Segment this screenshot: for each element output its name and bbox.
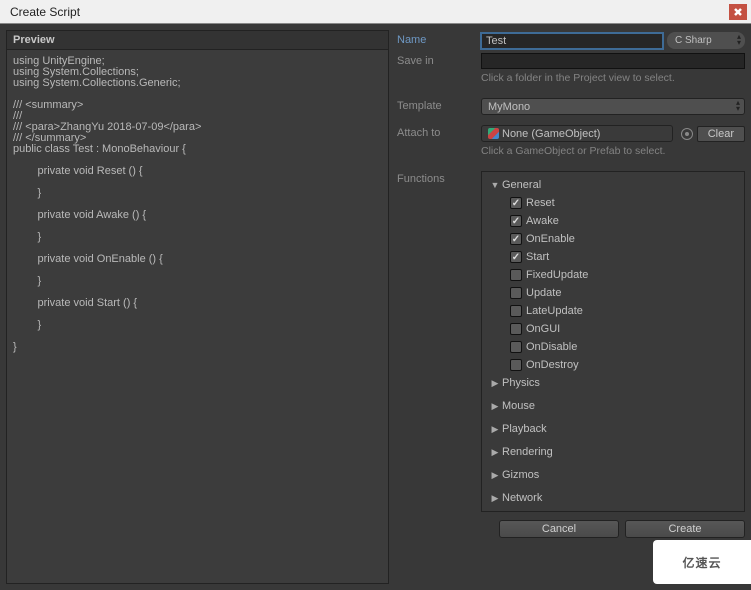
function-label: Update	[526, 287, 561, 299]
template-value: MyMono	[488, 101, 530, 113]
gameobject-icon	[488, 128, 499, 139]
functions-label: Functions	[395, 169, 481, 512]
language-select[interactable]: C Sharp	[667, 32, 745, 49]
preview-panel: Preview using UnityEngine; using System.…	[6, 30, 389, 584]
template-select[interactable]: MyMono	[481, 98, 745, 115]
dropdown-icon	[737, 34, 741, 46]
foldout-closed-icon: ▶	[490, 424, 500, 435]
function-group-label: Playback	[502, 423, 547, 435]
function-group-physics[interactable]: ▶Physics	[490, 374, 742, 392]
watermark-text: 亿速云	[682, 554, 721, 571]
function-checkbox-start[interactable]: Start	[504, 248, 742, 266]
dropdown-icon	[736, 100, 740, 112]
function-group-label: General	[502, 179, 541, 191]
foldout-closed-icon: ▶	[490, 470, 500, 481]
checkbox-icon	[510, 323, 522, 335]
preview-header: Preview	[7, 31, 388, 50]
function-checkbox-fixedupdate[interactable]: FixedUpdate	[504, 266, 742, 284]
attach-label: Attach to	[395, 123, 481, 144]
function-group-network[interactable]: ▶Network	[490, 489, 742, 507]
savein-label: Save in	[395, 51, 481, 71]
checkbox-icon	[510, 359, 522, 371]
function-group-mouse[interactable]: ▶Mouse	[490, 397, 742, 415]
savein-hint: Click a folder in the Project view to se…	[481, 71, 745, 90]
attach-object-field[interactable]: None (GameObject)	[481, 125, 673, 142]
clear-button[interactable]: Clear	[697, 126, 745, 142]
savein-input[interactable]	[481, 53, 745, 69]
function-group-general[interactable]: ▼General	[490, 176, 742, 194]
function-label: LateUpdate	[526, 305, 583, 317]
function-group-gizmos[interactable]: ▶Gizmos	[490, 466, 742, 484]
window-title: Create Script	[10, 5, 80, 19]
template-label: Template	[395, 96, 481, 117]
watermark: 亿速云	[653, 540, 751, 584]
function-checkbox-lateupdate[interactable]: LateUpdate	[504, 302, 742, 320]
function-checkbox-update[interactable]: Update	[504, 284, 742, 302]
checkbox-icon	[510, 269, 522, 281]
function-group-label: Network	[502, 492, 542, 504]
function-checkbox-ongui[interactable]: OnGUI	[504, 320, 742, 338]
attach-value: None (GameObject)	[502, 128, 600, 140]
function-checkbox-ondisable[interactable]: OnDisable	[504, 338, 742, 356]
attach-hint: Click a GameObject or Prefab to select.	[481, 144, 745, 163]
function-label: Reset	[526, 197, 555, 209]
code-preview: using UnityEngine; using System.Collecti…	[7, 50, 388, 583]
object-picker-icon[interactable]	[681, 128, 693, 140]
checkbox-icon	[510, 251, 522, 263]
function-group-playback[interactable]: ▶Playback	[490, 420, 742, 438]
function-checkbox-reset[interactable]: Reset	[504, 194, 742, 212]
checkbox-icon	[510, 197, 522, 209]
checkbox-icon	[510, 233, 522, 245]
foldout-closed-icon: ▶	[490, 493, 500, 504]
function-label: Awake	[526, 215, 559, 227]
function-label: OnDisable	[526, 341, 577, 353]
function-label: FixedUpdate	[526, 269, 588, 281]
functions-panel: ▼General Reset Awake OnEnable Start FixedUpda…	[481, 171, 745, 512]
function-label: Start	[526, 251, 549, 263]
function-label: OnEnable	[526, 233, 575, 245]
function-checkbox-awake[interactable]: Awake	[504, 212, 742, 230]
cancel-button[interactable]: Cancel	[499, 520, 619, 538]
name-label: Name	[395, 30, 481, 51]
foldout-closed-icon: ▶	[490, 401, 500, 412]
function-group-rendering[interactable]: ▶Rendering	[490, 443, 742, 461]
function-group-label: Gizmos	[502, 469, 539, 481]
checkbox-icon	[510, 341, 522, 353]
function-group-label: Physics	[502, 377, 540, 389]
foldout-open-icon: ▼	[490, 180, 500, 190]
create-button[interactable]: Create	[625, 520, 745, 538]
close-button[interactable]	[729, 4, 747, 20]
checkbox-icon	[510, 287, 522, 299]
function-checkbox-onenable[interactable]: OnEnable	[504, 230, 742, 248]
titlebar: Create Script	[0, 0, 751, 24]
name-input[interactable]	[481, 33, 663, 49]
function-label: OnGUI	[526, 323, 560, 335]
language-value: C Sharp	[675, 35, 712, 46]
function-checkbox-ondestroy[interactable]: OnDestroy	[504, 356, 742, 374]
foldout-closed-icon: ▶	[490, 447, 500, 458]
foldout-closed-icon: ▶	[490, 378, 500, 389]
function-group-label: Mouse	[502, 400, 535, 412]
function-label: OnDestroy	[526, 359, 579, 371]
function-group-label: Rendering	[502, 446, 553, 458]
checkbox-icon	[510, 215, 522, 227]
checkbox-icon	[510, 305, 522, 317]
